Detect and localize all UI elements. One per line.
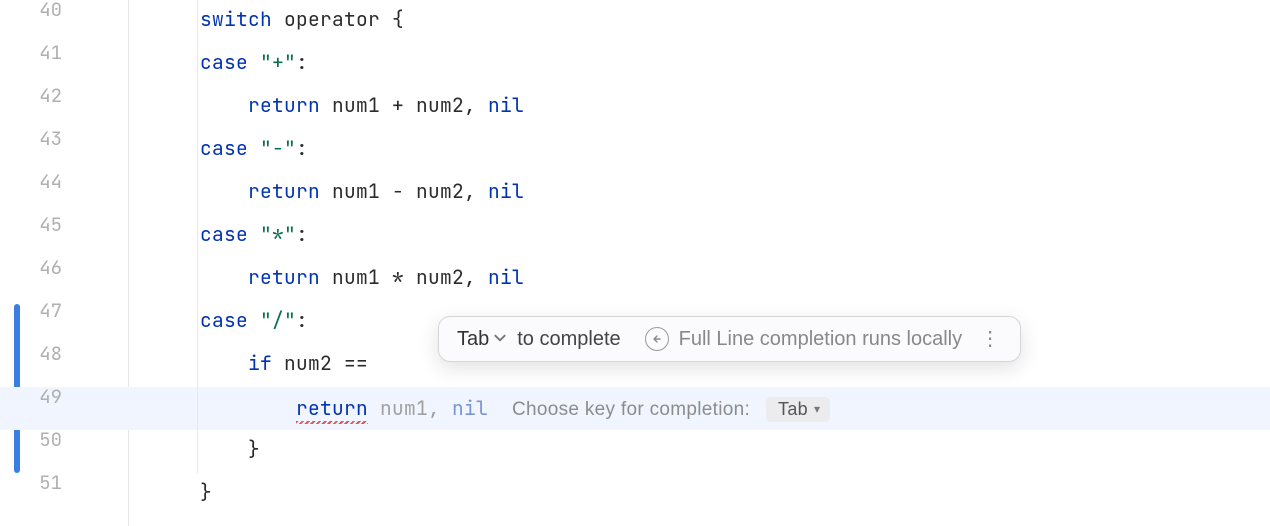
code-text: switch operator {	[84, 0, 404, 30]
code-line[interactable]: 46 return num1 * num2, nil	[0, 258, 1270, 301]
code-text: return num1 + num2, nil	[84, 86, 524, 116]
keyword: case	[200, 221, 248, 247]
keyword: case	[200, 135, 248, 161]
nil-keyword: nil	[488, 178, 524, 204]
line-number: 50	[0, 430, 84, 449]
code-text: case "-":	[84, 129, 308, 159]
keyword: return	[248, 178, 320, 204]
code-line[interactable]: 50 }	[0, 430, 1270, 473]
tooltip-info-text: Full Line completion runs locally	[679, 329, 962, 349]
code-token: :	[296, 49, 308, 75]
code-token: num1 + num2,	[320, 92, 488, 118]
line-number: 49	[0, 387, 84, 406]
line-number: 45	[0, 215, 84, 234]
indent-guide	[197, 301, 198, 344]
indent-guide	[197, 344, 198, 387]
tooltip-text: to complete	[517, 329, 620, 349]
code-token: :	[296, 135, 308, 161]
string-literal: "*"	[260, 221, 296, 247]
code-line[interactable]: 51 }	[0, 473, 1270, 516]
code-text: return num1 - num2, nil	[84, 172, 524, 202]
keyword: return	[248, 92, 320, 118]
code-line[interactable]: 45 case "*":	[0, 215, 1270, 258]
code-line[interactable]: 42 return num1 + num2, nil	[0, 86, 1270, 129]
chevron-down-icon[interactable]	[493, 329, 507, 349]
indent-guide	[197, 43, 198, 86]
line-number: 40	[0, 0, 84, 19]
code-text: return num1 * num2, nil	[84, 258, 524, 288]
code-line-current[interactable]: 49 return num1, nil Choose key for compl…	[0, 387, 1270, 430]
line-number: 42	[0, 86, 84, 105]
indent-guide	[197, 430, 198, 473]
line-number: 44	[0, 172, 84, 191]
code-text: case "/":	[84, 301, 308, 331]
line-number: 46	[0, 258, 84, 277]
indent-guide	[197, 215, 198, 258]
code-text: }	[84, 473, 212, 503]
code-text: case "+":	[84, 43, 308, 73]
chevron-down-icon: ▾	[814, 403, 820, 415]
code-token: num2 ==	[272, 350, 380, 376]
line-number: 43	[0, 129, 84, 148]
nil-keyword: nil	[488, 264, 524, 290]
indent-guide	[197, 172, 198, 215]
indent-guide	[197, 86, 198, 129]
line-number: 47	[0, 301, 84, 320]
code-area[interactable]: 40 switch operator { 41 case "+": 42 ret…	[0, 0, 1270, 516]
indent-guide	[197, 387, 198, 430]
brace: }	[200, 479, 212, 505]
info-icon	[645, 327, 669, 351]
indent-guide	[197, 258, 198, 301]
keyword: switch	[200, 6, 272, 32]
ghost-nil: nil	[452, 395, 488, 421]
chip-label: Tab	[778, 400, 808, 418]
code-token: num1 * num2,	[320, 264, 488, 290]
completion-hint: Choose key for completion: Tab ▾	[512, 397, 830, 422]
keyword: return	[248, 264, 320, 290]
code-line[interactable]: 44 return num1 - num2, nil	[0, 172, 1270, 215]
code-token: operator {	[272, 6, 404, 32]
string-literal: "/"	[260, 307, 296, 333]
code-editor[interactable]: 40 switch operator { 41 case "+": 42 ret…	[0, 0, 1270, 526]
indent-guide	[197, 129, 198, 172]
code-line[interactable]: 40 switch operator {	[0, 0, 1270, 43]
string-literal: "-"	[260, 135, 296, 161]
tab-key-label: Tab	[457, 329, 489, 349]
brace: }	[248, 436, 260, 462]
code-line[interactable]: 43 case "-":	[0, 129, 1270, 172]
ghost-text: num1,	[368, 395, 452, 421]
line-number: 48	[0, 344, 84, 363]
completion-tooltip[interactable]: Tab to complete Full Line completion run…	[438, 316, 1021, 362]
string-literal: "+"	[260, 49, 296, 75]
key-chip[interactable]: Tab ▾	[766, 397, 830, 422]
line-number: 51	[0, 473, 84, 492]
keyword: case	[200, 307, 248, 333]
code-token: num1 - num2,	[320, 178, 488, 204]
line-number: 41	[0, 43, 84, 62]
code-text: return num1, nil Choose key for completi…	[84, 387, 830, 422]
code-line[interactable]: 41 case "+":	[0, 43, 1270, 86]
code-text: }	[84, 430, 260, 460]
code-token: :	[296, 307, 308, 333]
code-text: if num2 ==	[84, 344, 380, 374]
nil-keyword: nil	[488, 92, 524, 118]
more-menu-icon[interactable]: ⋮	[980, 335, 1004, 343]
keyword: if	[248, 350, 272, 376]
keyword-error: return	[296, 395, 368, 421]
hint-text: Choose key for completion:	[512, 400, 750, 419]
code-text: case "*":	[84, 215, 308, 245]
indent-guide	[197, 0, 198, 43]
keyword: case	[200, 49, 248, 75]
code-token: :	[296, 221, 308, 247]
